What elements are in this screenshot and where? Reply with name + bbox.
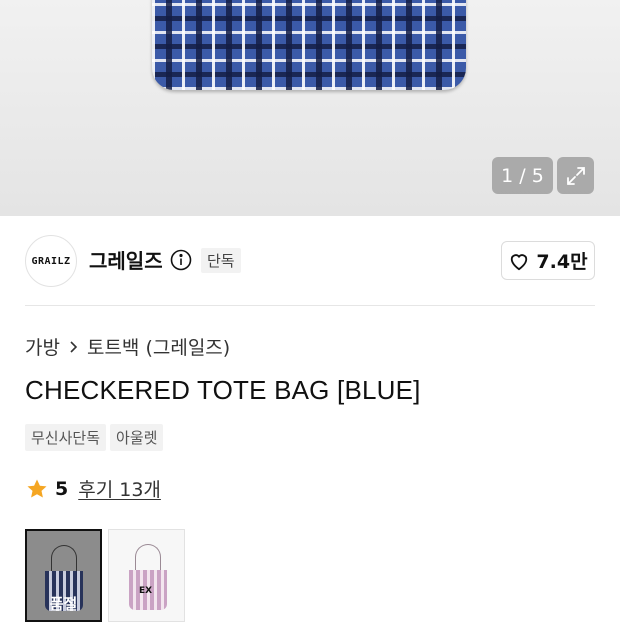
tag-musinsa-exclusive: 무신사단독 [25,424,107,451]
breadcrumb: 가방 토트백 (그레일즈) [25,333,230,360]
expand-icon [566,166,585,185]
option-thumbnail-blue[interactable]: 품절 [25,529,102,622]
thumbnail-label: EX [139,586,153,596]
soldout-label: 품절 [49,595,78,613]
like-count: 7.4만 [536,251,588,273]
option-thumbnails: 품절 EX [25,529,185,622]
exclusive-badge: 단독 [201,248,241,273]
brand-name[interactable]: 그레일즈 [89,245,163,274]
rating: 5 후기 13개 [25,475,161,502]
breadcrumb-category[interactable]: 가방 [25,333,60,360]
option-thumbnail-pink[interactable]: EX [108,529,185,622]
review-count-link[interactable]: 후기 13개 [78,475,161,502]
expand-button[interactable] [557,157,594,194]
star-icon [27,479,47,497]
breadcrumb-subcategory[interactable]: 토트백 (그레일즈) [87,333,230,360]
product-title: CHECKERED TOTE BAG [BLUE] [25,375,421,405]
product-tags: 무신사단독 아울렛 [25,424,164,451]
info-icon[interactable] [170,249,192,271]
brand-logo[interactable]: GRAILZ [25,235,77,287]
like-button[interactable]: 7.4만 [501,241,595,280]
rating-score: 5 [55,477,69,500]
divider [25,305,595,306]
tag-outlet: 아울렛 [110,424,164,451]
product-image-gallery[interactable]: 1 / 5 [0,0,620,216]
image-counter: 1 / 5 [492,157,553,194]
product-image [152,0,466,90]
heart-icon [511,253,528,270]
chevron-right-icon [68,340,78,354]
